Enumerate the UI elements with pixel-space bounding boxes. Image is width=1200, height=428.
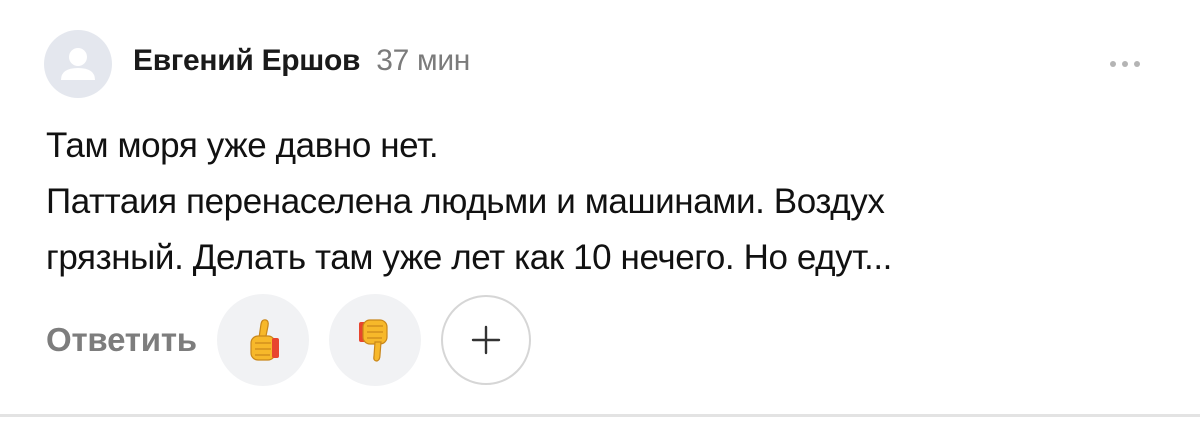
thumbs-down-icon [358,319,388,362]
comment-body: Там моря уже давно нет. Паттаия перенасе… [46,118,1146,286]
plus-icon [471,325,501,355]
comment-time: 37 мин [376,44,471,77]
reply-button[interactable]: Ответить [46,321,197,359]
thumbs-up-icon [250,319,279,361]
comment-header: Евгений Ершов 37 мин [133,44,470,94]
add-reaction-button[interactable] [440,295,531,385]
comment-line: Паттаия перенаселена людьми и машинами. … [46,182,885,221]
divider [0,414,1200,417]
comment-card: Евгений Ершов 37 мин Там моря уже давно … [0,0,1200,416]
more-options-button[interactable] [1100,52,1150,76]
like-button[interactable] [216,294,309,386]
avatar[interactable] [44,30,112,98]
comment-actions: Ответить [46,294,531,386]
more-dots-icon [1110,61,1116,67]
dislike-button[interactable] [328,294,421,386]
comment-line: Там моря уже давно нет. [46,126,439,165]
more-dots-icon [1122,61,1128,67]
user-placeholder-icon [61,48,95,80]
more-dots-icon [1134,61,1140,67]
comment-line: грязный. Делать там уже лет как 10 нечег… [46,238,892,277]
author-name[interactable]: Евгений Ершов [133,44,360,78]
